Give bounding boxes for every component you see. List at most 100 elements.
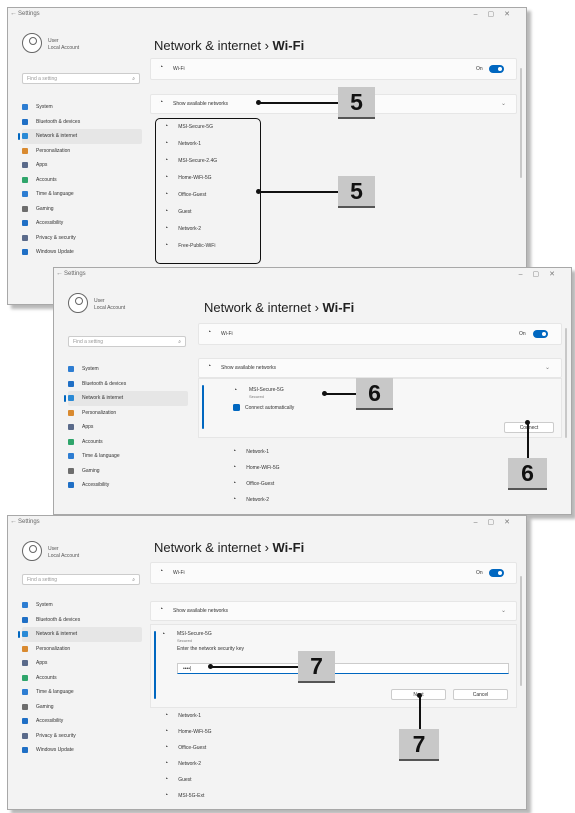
sidebar-item-time[interactable]: Time & language (68, 449, 188, 464)
back-icon[interactable]: ← (56, 270, 63, 277)
sidebar-item-system[interactable]: System (68, 362, 188, 377)
wifi-icon: ◔ (207, 363, 212, 370)
sidebar-item-personalization[interactable]: Personalization (22, 642, 142, 657)
wifi-toggle[interactable] (489, 65, 504, 73)
sidebar-item-apps[interactable]: Apps (68, 420, 188, 435)
sidebar-item-apps[interactable]: Apps (22, 158, 142, 173)
sidebar-item-system[interactable]: System (22, 598, 142, 613)
sidebar-item-label: Network & internet (36, 631, 78, 638)
sidebar-item-personalization[interactable]: Personalization (22, 144, 142, 159)
network-item[interactable]: ◔ Guest (164, 208, 192, 221)
wifi-signal-icon: ◔ (164, 776, 169, 783)
app-title: Settings (64, 271, 86, 277)
show-networks-card[interactable]: ◔ Show available networks ⌄ (150, 601, 517, 621)
sidebar-item-update[interactable]: Windows Update (22, 743, 142, 758)
scrollbar[interactable] (565, 328, 567, 438)
sidebar-item-label: Apps (82, 424, 94, 431)
scrollbar[interactable] (520, 68, 522, 178)
network-item[interactable]: ◔ Network-2 (164, 225, 201, 238)
security-key-input[interactable]: ••••| (177, 663, 509, 674)
network-item[interactable]: ◔ Free-Public-WiFi (164, 242, 215, 255)
network-security: Secured (177, 638, 192, 643)
search-input[interactable]: Find a setting ⌕ (22, 574, 140, 585)
sidebar-item-network[interactable]: Network & internet (18, 129, 142, 144)
apps-icon (22, 660, 28, 667)
sidebar-item-personalization[interactable]: Personalization (68, 406, 188, 421)
wifi-toggle[interactable] (489, 569, 504, 577)
sidebar-item-time[interactable]: Time & language (22, 187, 142, 202)
sidebar-item-bluetooth[interactable]: Bluetooth & devices (68, 377, 188, 392)
cancel-button[interactable]: Cancel (453, 689, 508, 700)
show-networks-card[interactable]: ◔ Show available networks ⌄ (198, 358, 562, 378)
wifi-toggle[interactable] (533, 330, 548, 338)
network-item[interactable]: ◔ Office-Guest (232, 480, 274, 493)
network-icon (22, 631, 28, 638)
sidebar-item-apps[interactable]: Apps (22, 656, 142, 671)
update-icon (22, 249, 28, 256)
sidebar-item-gaming[interactable]: Gaming (22, 202, 142, 217)
wifi-signal-icon: ◔ (164, 174, 169, 181)
search-input[interactable]: Find a setting ⌕ (22, 73, 140, 84)
sidebar-item-gaming[interactable]: Gaming (68, 464, 188, 479)
network-name: Home-WiFi-5G (246, 465, 280, 471)
back-icon[interactable]: ← (10, 10, 17, 17)
network-item[interactable]: ◔ Guest (164, 776, 192, 789)
auto-connect-checkbox[interactable] (233, 404, 240, 411)
show-networks-card[interactable]: ◔ Show available networks ⌄ (150, 94, 517, 114)
network-item[interactable]: ◔ Office-Guest (164, 744, 206, 757)
sidebar-item-network[interactable]: Network & internet (64, 391, 188, 406)
network-item[interactable]: ◔ Network-1 (164, 140, 201, 153)
breadcrumb-current: Wi-Fi (272, 540, 305, 555)
sidebar-item-accounts[interactable]: Accounts (22, 173, 142, 188)
back-icon[interactable]: ← (10, 518, 17, 525)
sidebar-item-privacy[interactable]: Privacy & security (22, 231, 142, 246)
sidebar-item-label: Network & internet (82, 395, 124, 402)
search-icon: ⌕ (132, 577, 135, 583)
network-item[interactable]: ◔ Network-2 (232, 496, 269, 509)
gamepad-icon (68, 467, 74, 474)
brush-icon (68, 409, 74, 416)
step-7-callout: 7 (298, 651, 335, 683)
wifi-icon: ◔ (159, 64, 164, 71)
sidebar-item-accounts[interactable]: Accounts (68, 435, 188, 450)
sidebar-item-bluetooth[interactable]: Bluetooth & devices (22, 613, 142, 628)
sidebar-item-accessibility[interactable]: Accessibility (22, 714, 142, 729)
network-item[interactable]: ◔ Network-1 (232, 448, 269, 461)
wifi-icon: ◔ (159, 606, 164, 613)
sidebar-item-bluetooth[interactable]: Bluetooth & devices (22, 115, 142, 130)
breadcrumb-parent[interactable]: Network & internet (154, 540, 261, 555)
wifi-signal-icon: ◔ (164, 744, 169, 751)
network-item[interactable]: ◔ MSI-5G-Ext (164, 792, 204, 805)
sidebar-item-system[interactable]: System (22, 100, 142, 115)
network-item[interactable]: ◔ MSI-Secure-2.4G (164, 157, 217, 170)
window-controls[interactable]: –▢✕ (519, 270, 565, 278)
sidebar-item-label: Accounts (36, 674, 57, 681)
brush-icon (22, 147, 28, 154)
network-item[interactable]: ◔ MSI-Secure-5G (164, 123, 213, 136)
breadcrumb-parent[interactable]: Network & internet (154, 38, 261, 53)
network-item[interactable]: ◔ Home-WiFi-5G (164, 174, 212, 187)
network-item[interactable]: ◔ Office-Guest (164, 191, 206, 204)
network-name: Network-1 (178, 141, 202, 147)
sidebar-item-network[interactable]: Network & internet (18, 627, 142, 642)
network-item[interactable]: ◔ Home-WiFi-5G (164, 728, 212, 741)
sidebar-item-accessibility[interactable]: Accessibility (68, 478, 188, 493)
gamepad-icon (22, 703, 28, 710)
search-input[interactable]: Find a setting ⌕ (68, 336, 186, 347)
scrollbar[interactable] (520, 576, 522, 686)
sidebar-item-time[interactable]: Time & language (22, 685, 142, 700)
sidebar-item-accounts[interactable]: Accounts (22, 671, 142, 686)
breadcrumb-parent[interactable]: Network & internet (204, 300, 311, 315)
network-item[interactable]: ◔ Network-2 (164, 760, 201, 773)
sidebar-item-accessibility[interactable]: Accessibility (22, 216, 142, 231)
network-item[interactable]: ◔ Home-WiFi-5G (232, 464, 280, 477)
callout-line (258, 191, 338, 193)
sidebar-item-privacy[interactable]: Privacy & security (22, 729, 142, 744)
sidebar-item-gaming[interactable]: Gaming (22, 700, 142, 715)
window-controls[interactable]: –▢✕ (474, 10, 520, 18)
sidebar-item-update[interactable]: Windows Update (22, 245, 142, 260)
shield-icon (22, 732, 28, 739)
network-item[interactable]: ◔ Network-1 (164, 712, 201, 725)
bluetooth-icon (22, 118, 28, 125)
window-controls[interactable]: –▢✕ (474, 518, 520, 526)
